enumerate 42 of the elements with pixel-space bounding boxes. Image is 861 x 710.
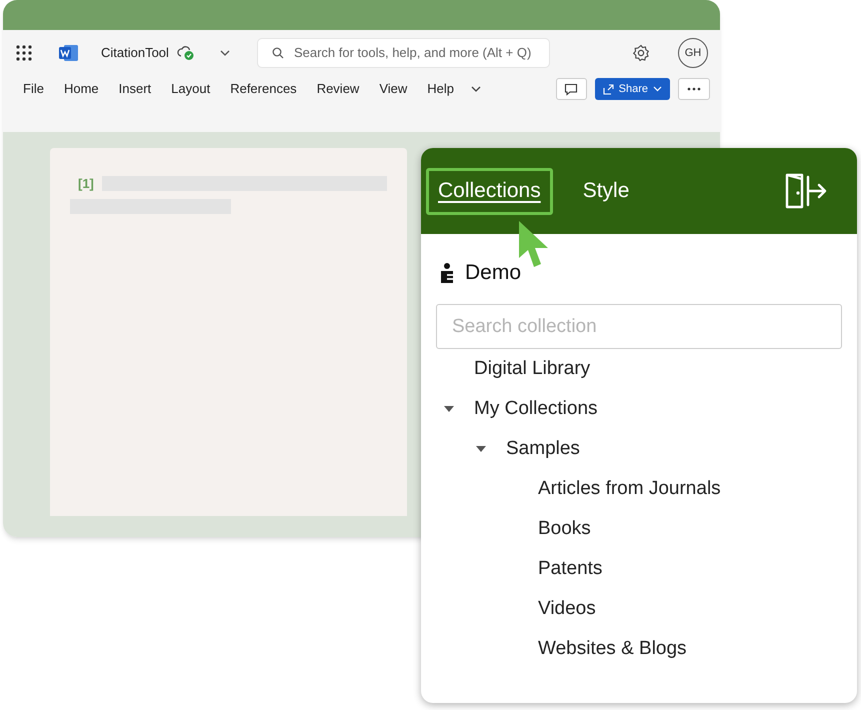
tree-item[interactable]: Digital Library [474, 354, 590, 384]
menu-tab[interactable]: View [369, 79, 418, 99]
caret-down-icon[interactable] [475, 445, 487, 453]
cloud-saved-icon [176, 45, 195, 61]
caret-down-icon[interactable] [443, 405, 455, 413]
menu-tab[interactable]: References [220, 79, 307, 99]
chevron-down-icon [653, 86, 662, 92]
tree-item[interactable]: Websites & Blogs [538, 634, 687, 664]
search-field[interactable]: Search for tools, help, and more (Alt + Q) [256, 38, 550, 68]
menu-tab[interactable]: File [13, 79, 54, 99]
tree-item[interactable]: My Collections [474, 394, 598, 424]
exit-door-icon[interactable] [784, 173, 828, 209]
user-name: Demo [465, 260, 522, 286]
document-app-icon [59, 44, 79, 62]
panel-tab[interactable]: Collections [426, 168, 553, 214]
menu-tab[interactable]: Layout [161, 79, 220, 99]
share-arrow-icon [602, 84, 614, 94]
tree-item[interactable]: Videos [538, 594, 596, 624]
tree-item[interactable]: Articles from Journals [538, 474, 721, 504]
panel-tab[interactable]: Style [570, 168, 642, 214]
more-options-button[interactable] [678, 78, 710, 100]
app-launcher-icon[interactable] [15, 44, 33, 62]
menu-tab[interactable]: Insert [108, 79, 162, 99]
tree-item[interactable]: Books [538, 514, 591, 544]
menu-tab[interactable]: Home [54, 79, 109, 99]
tree-item[interactable]: Samples [506, 434, 580, 464]
user-avatar[interactable]: GH [678, 38, 708, 68]
menu-tab[interactable]: Review [306, 79, 370, 99]
comments-button[interactable] [556, 78, 587, 100]
citation-number: [1] [78, 175, 94, 193]
chevron-down-icon[interactable] [470, 85, 482, 93]
document-title: CitationTool [101, 44, 169, 62]
tree-item[interactable]: Patents [538, 554, 602, 584]
chevron-down-icon[interactable] [218, 49, 231, 57]
search-icon [272, 47, 284, 59]
ellipsis-icon [687, 87, 701, 91]
speech-bubble-icon [564, 82, 578, 96]
menu-tab[interactable]: Help [417, 79, 464, 99]
settings-icon[interactable] [632, 44, 650, 62]
search-field[interactable]: Search collection [436, 304, 842, 349]
user-icon [439, 262, 455, 284]
share-button[interactable]: Share [594, 78, 670, 100]
